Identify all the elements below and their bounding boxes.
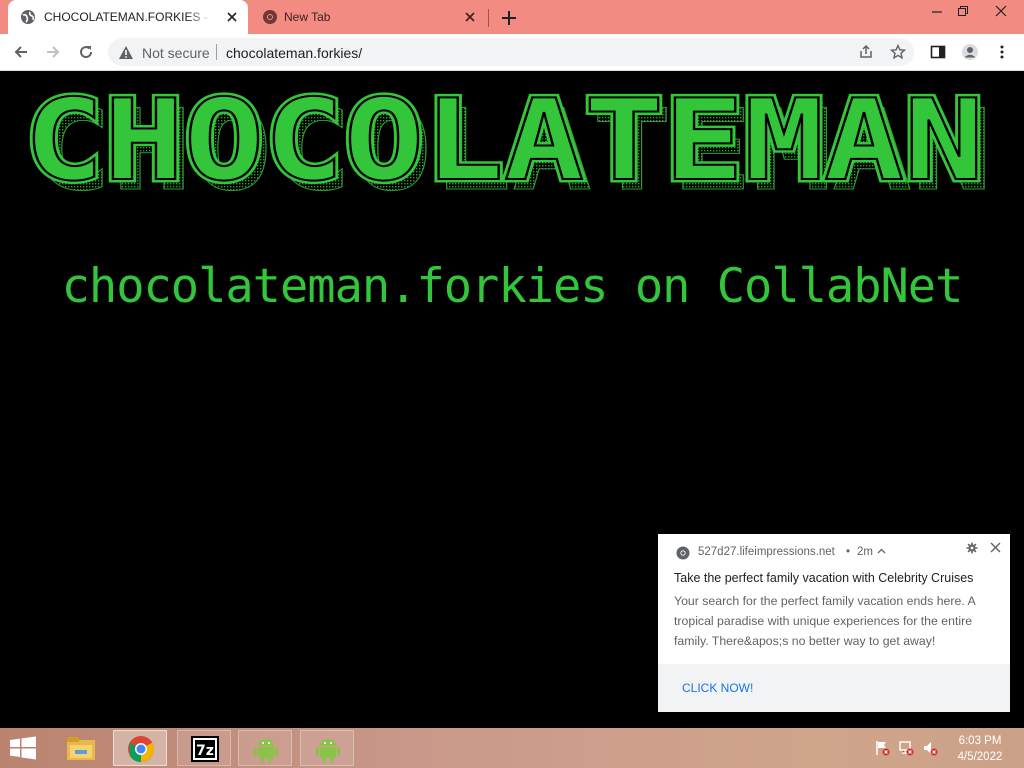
- notification-age: 2m: [857, 546, 873, 558]
- warning-triangle-icon[interactable]: [118, 45, 134, 60]
- volume-muted-icon[interactable]: [922, 740, 938, 756]
- clock-date: 4/5/2022: [957, 751, 1003, 763]
- side-panel-icon: [930, 45, 946, 59]
- taskbar-7zip[interactable]: 7z: [177, 730, 231, 766]
- side-panel-button[interactable]: [926, 40, 950, 64]
- reload-button[interactable]: [74, 40, 98, 64]
- new-tab-plus-icon[interactable]: [498, 7, 520, 29]
- close-icon[interactable]: [990, 542, 1001, 553]
- restore-button[interactable]: [946, 0, 980, 22]
- bookmark-star-icon[interactable]: [890, 44, 906, 60]
- profile-button[interactable]: [958, 40, 982, 64]
- address-bar[interactable]: Not secure chocolateman.forkies/: [108, 38, 914, 66]
- android-icon: [316, 739, 340, 763]
- chevron-up-icon[interactable]: [877, 548, 886, 554]
- clock-time: 6:03 PM: [958, 735, 1002, 747]
- notification-body: Your search for the perfect family vacat…: [674, 594, 975, 648]
- minimize-icon: [932, 11, 942, 13]
- tab-strip: CHOCOLATEMAN.FORKIES - WEB New Tab: [0, 0, 1024, 34]
- chrome-icon: [128, 736, 155, 763]
- notification-title: Take the perfect family vacation with Ce…: [674, 571, 974, 585]
- action-center-flag-icon[interactable]: [874, 740, 890, 756]
- close-tab-icon[interactable]: [463, 10, 477, 24]
- arrow-right-icon: [47, 46, 60, 58]
- chrome-icon: [676, 546, 690, 560]
- close-icon: [995, 5, 1007, 17]
- restore-icon: [958, 6, 968, 16]
- close-window-button[interactable]: [984, 0, 1018, 22]
- 7zip-icon: 7z: [191, 736, 219, 762]
- back-button[interactable]: [9, 40, 33, 64]
- windows-taskbar: 7z 6:03 PM 4/5/2022: [0, 728, 1024, 768]
- tab-title: CHOCOLATEMAN.FORKIES - WEB: [44, 10, 212, 24]
- tab-new-tab[interactable]: New Tab: [250, 0, 488, 34]
- security-label[interactable]: Not secure: [142, 45, 210, 61]
- taskbar-android-2[interactable]: [300, 730, 354, 766]
- svg-text:7z: 7z: [196, 743, 214, 759]
- windows-start-icon[interactable]: [8, 736, 38, 760]
- tab-separator: [488, 9, 489, 27]
- forward-button[interactable]: [41, 40, 65, 64]
- chocolateman-logo: CHOCOLATEMAN CHOCOLATEMAN CHOCOLATEMAN: [21, 81, 993, 205]
- url-text[interactable]: chocolateman.forkies/: [226, 45, 362, 61]
- browser-toolbar: Not secure chocolateman.forkies/: [0, 34, 1024, 71]
- file-explorer-icon: [67, 737, 95, 760]
- click-now-button[interactable]: CLICK NOW!: [682, 681, 753, 695]
- taskbar-chrome[interactable]: [113, 730, 167, 766]
- tab-chocolateman[interactable]: CHOCOLATEMAN.FORKIES - WEB: [8, 0, 248, 34]
- profile-avatar-icon: [962, 44, 978, 60]
- taskbar-file-explorer[interactable]: [54, 730, 108, 766]
- three-dots-vertical-icon: [1000, 45, 1004, 59]
- notification-origin: 527d27.lifeimpressions.net: [698, 546, 835, 558]
- arrow-left-icon: [14, 46, 27, 58]
- network-icon[interactable]: [898, 740, 914, 756]
- chrome-icon: [263, 10, 277, 24]
- gear-icon[interactable]: [966, 542, 978, 554]
- android-icon: [254, 739, 278, 763]
- menu-button[interactable]: [990, 40, 1014, 64]
- notification-separator: •: [846, 546, 851, 558]
- globe-icon: [21, 10, 35, 24]
- taskbar-android-1[interactable]: [238, 730, 292, 766]
- system-clock[interactable]: 6:03 PM 4/5/2022: [948, 733, 1012, 765]
- page-subtitle: chocolateman.forkies on CollabNet: [61, 259, 964, 314]
- omnibox-divider: [216, 44, 217, 60]
- reload-icon: [80, 46, 93, 59]
- logo-text: CHOCOLATEMAN: [24, 81, 984, 205]
- tab-title: New Tab: [284, 10, 331, 24]
- close-tab-icon[interactable]: [225, 10, 239, 24]
- notification-actions: CLICK NOW!: [658, 664, 1010, 712]
- share-icon[interactable]: [858, 44, 874, 60]
- push-notification[interactable]: 527d27.lifeimpressions.net • 2m Take the…: [658, 534, 1010, 712]
